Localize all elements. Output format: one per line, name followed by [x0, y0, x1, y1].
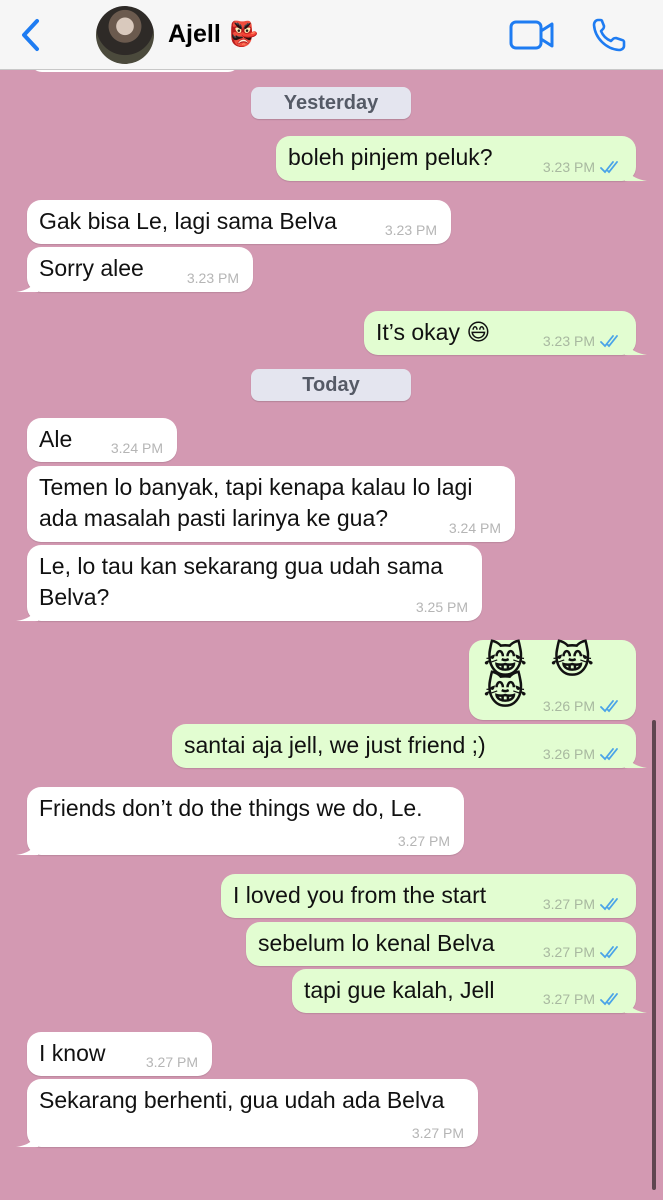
message-text: boleh pinjem peluk?: [288, 144, 493, 170]
read-ticks-icon: [600, 700, 618, 713]
message-time: 3.27 PM: [542, 991, 595, 1007]
message-time: 3.23 PM: [186, 270, 239, 286]
message-incoming[interactable]: Sekarang berhenti, gua udah ada Belva 3.…: [16, 1079, 478, 1147]
message-text: tapi gue kalah, Jell: [304, 977, 495, 1003]
message-text: Ale: [39, 426, 73, 452]
contact-emoji: 👺: [228, 20, 259, 48]
message-incoming[interactable]: Sorry alee 3.23 PM: [16, 247, 253, 292]
message-time: 3.27 PM: [411, 1125, 464, 1141]
scrollbar[interactable]: [652, 720, 656, 1190]
message-outgoing[interactable]: It’s okay 😄 3.23 PM: [364, 311, 647, 355]
message-time: 3.26 PM: [542, 698, 595, 714]
contact-name-wrap[interactable]: Ajell 👺: [168, 20, 259, 49]
message-text: It’s okay 😄: [376, 319, 491, 345]
chat-header: Ajell 👺: [0, 0, 663, 70]
read-ticks-icon: [600, 993, 618, 1006]
message-incoming[interactable]: I know 3.27 PM: [27, 1032, 212, 1076]
read-ticks-icon: [600, 161, 618, 174]
message-text: Sorry alee: [39, 255, 144, 281]
date-separator-today: Today: [251, 369, 411, 401]
message-time: 3.26 PM: [542, 746, 595, 762]
message-text: santai aja jell, we just friend ;): [184, 732, 486, 758]
message-outgoing[interactable]: boleh pinjem peluk? 3.23 PM: [276, 136, 647, 181]
read-ticks-icon: [600, 898, 618, 911]
video-camera-icon: [509, 20, 554, 50]
message-text: Le, lo tau kan sekarang gua udah sama Be…: [39, 553, 444, 610]
message-outgoing[interactable]: sebelum lo kenal Belva 3.27 PM: [246, 922, 636, 966]
message-text: I loved you from the start: [233, 882, 487, 908]
bubble-tail: [16, 603, 38, 621]
message-time: 3.27 PM: [145, 1054, 198, 1070]
message-time: 3.27 PM: [397, 833, 450, 849]
message-outgoing[interactable]: santai aja jell, we just friend ;) 3.26 …: [172, 724, 647, 768]
bubble-tail: [16, 837, 38, 855]
message-time: 3.24 PM: [110, 440, 163, 456]
chevron-left-icon: [22, 19, 39, 51]
contact-avatar[interactable]: [96, 6, 154, 64]
back-button[interactable]: [14, 16, 46, 54]
bubble-tail: [16, 274, 38, 292]
bubble-tail: [625, 750, 647, 768]
message-time: 3.25 PM: [415, 599, 468, 615]
message-text: Sekarang berhenti, gua udah ada Belva: [39, 1087, 445, 1113]
message-outgoing[interactable]: tapi gue kalah, Jell 3.27 PM: [292, 969, 647, 1013]
voice-call-button[interactable]: [590, 16, 628, 54]
video-call-button[interactable]: [508, 18, 556, 52]
message-incoming[interactable]: Temen lo banyak, tapi kenapa kalau lo la…: [27, 466, 515, 542]
message-text: Friends don’t do the things we do, Le.: [39, 795, 423, 821]
message-text: I know: [39, 1040, 106, 1066]
message-time: 3.27 PM: [542, 944, 595, 960]
message-incoming[interactable]: Le, lo tau kan sekarang gua udah sama Be…: [16, 545, 482, 621]
bubble-tail: [16, 1129, 38, 1147]
read-ticks-icon: [600, 335, 618, 348]
message-text: Gak bisa Le, lagi sama Belva: [39, 208, 337, 234]
bubble-tail: [625, 163, 647, 181]
message-time: 3.23 PM: [542, 333, 595, 349]
message-time: 3.23 PM: [542, 159, 595, 175]
message-incoming[interactable]: Gak bisa Le, lagi sama Belva 3.23 PM: [27, 200, 451, 244]
bubble-tail: [625, 995, 647, 1013]
message-time: 3.27 PM: [542, 896, 595, 912]
message-text: sebelum lo kenal Belva: [258, 930, 495, 956]
contact-name: Ajell: [168, 20, 221, 48]
message-time: 3.24 PM: [448, 520, 501, 536]
date-separator-yesterday: Yesterday: [251, 87, 411, 119]
read-ticks-icon: [600, 748, 618, 761]
message-incoming[interactable]: Ale 3.24 PM: [27, 418, 177, 462]
phone-icon: [592, 18, 626, 52]
message-text: Temen lo banyak, tapi kenapa kalau lo la…: [39, 474, 473, 531]
bubble-tail: [625, 337, 647, 355]
message-incoming[interactable]: Friends don’t do the things we do, Le. 3…: [16, 787, 464, 855]
message-outgoing[interactable]: I loved you from the start 3.27 PM: [221, 874, 636, 918]
read-ticks-icon: [600, 946, 618, 959]
message-outgoing-emoji[interactable]: 😹 😹 😹 3.26 PM: [469, 640, 636, 720]
message-time: 3.23 PM: [384, 222, 437, 238]
